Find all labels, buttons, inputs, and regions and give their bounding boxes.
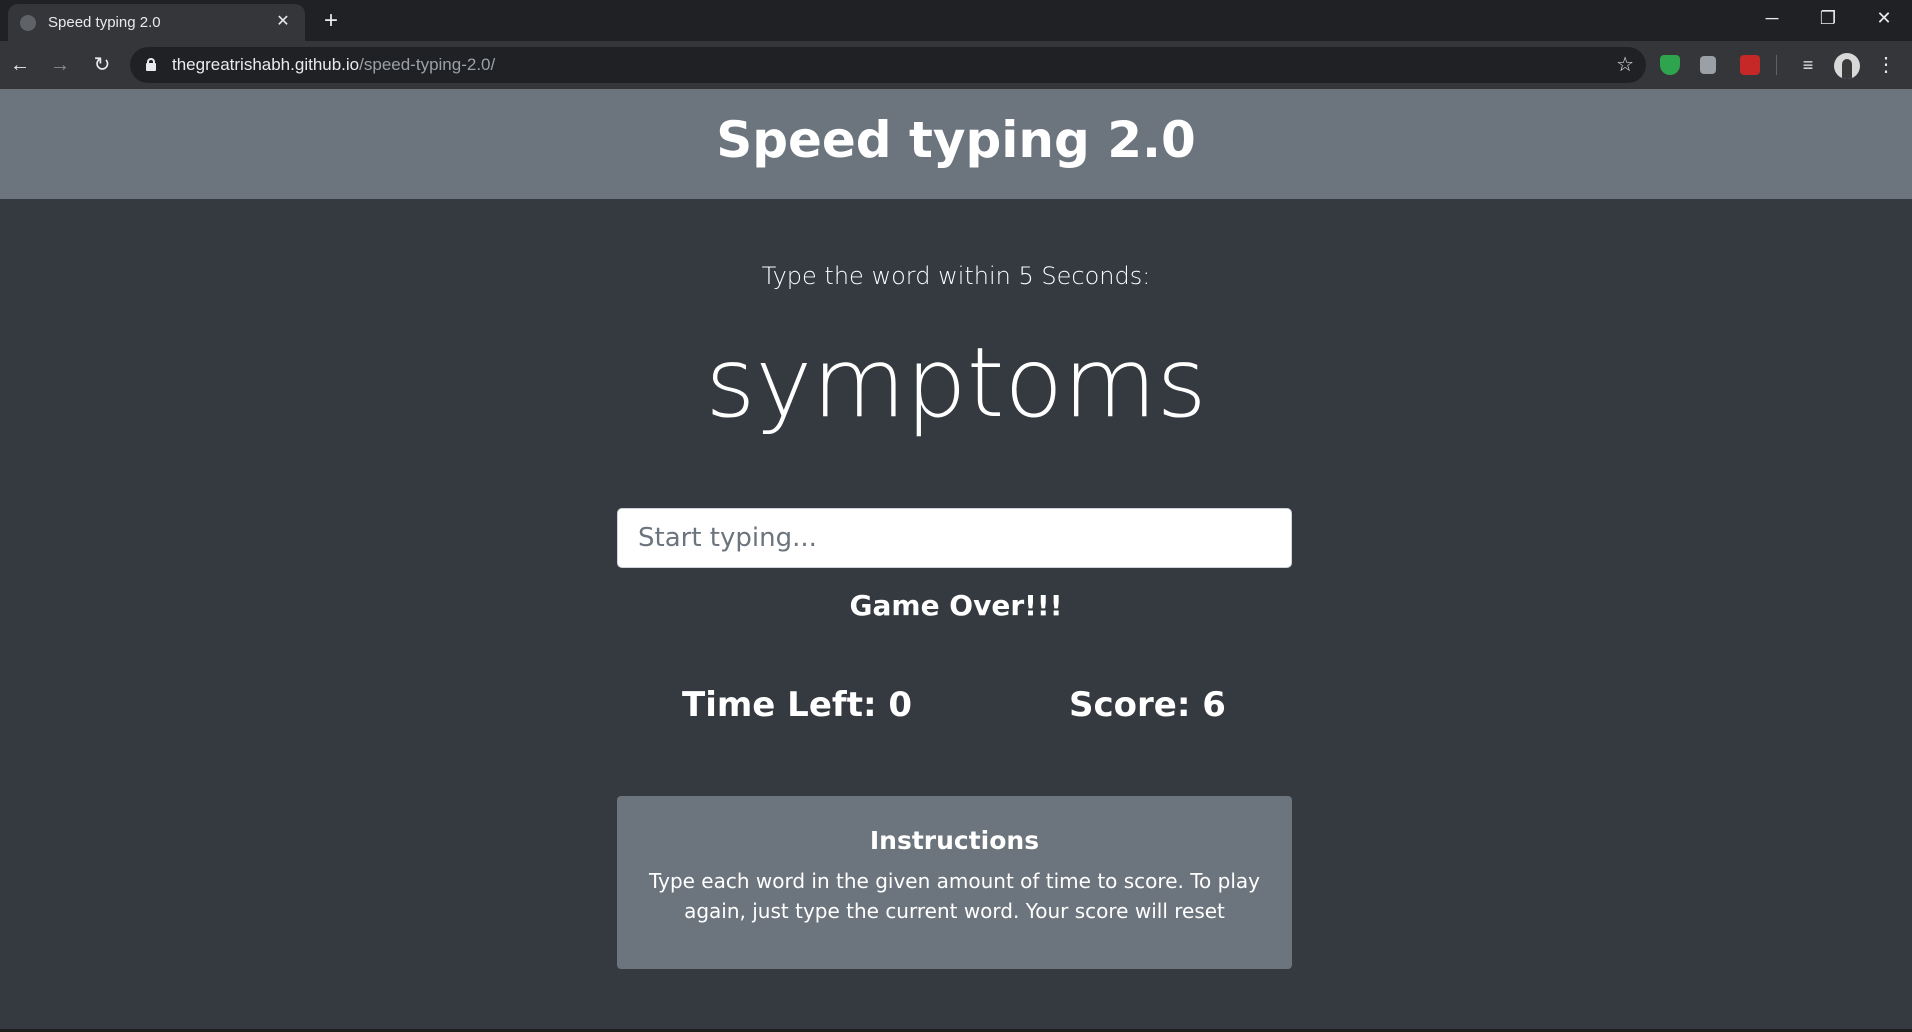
time-left: Time Left: 0 — [682, 685, 913, 725]
browser-tab[interactable]: Speed typing 2.0 ✕ — [8, 4, 305, 41]
tab-title: Speed typing 2.0 — [48, 14, 161, 31]
profile-avatar[interactable] — [1834, 53, 1860, 79]
back-icon[interactable]: ← — [4, 49, 36, 81]
forward-icon[interactable]: → — [44, 49, 76, 81]
restore-icon[interactable]: ❐ — [1800, 0, 1856, 36]
lock-icon — [146, 58, 156, 71]
lead-text: Type the word within 5 Seconds: — [761, 262, 1151, 290]
minimize-icon[interactable]: ─ — [1744, 0, 1800, 36]
game-message: Game Over!!! — [849, 589, 1063, 622]
close-tab-icon[interactable]: ✕ — [271, 10, 295, 34]
url-text: thegreatrishabh.github.io/speed-typing-2… — [172, 55, 495, 75]
browser-tabstrip: Speed typing 2.0 ✕ + ─ ❐ ✕ — [0, 0, 1912, 41]
browser-menu-icon[interactable]: ⋮ — [1874, 49, 1898, 81]
reload-icon[interactable]: ↻ — [86, 49, 118, 81]
url-domain: thegreatrishabh.github.io — [172, 55, 360, 74]
browser-toolbar: ← → ↻ thegreatrishabh.github.io/speed-ty… — [0, 41, 1912, 89]
page-header: Speed typing 2.0 — [0, 89, 1912, 199]
bookmark-star-icon[interactable]: ☆ — [1616, 51, 1634, 79]
word-input[interactable] — [617, 508, 1292, 568]
page-content: Speed typing 2.0 Type the word within 5 … — [0, 89, 1912, 1032]
current-word: symptoms — [705, 327, 1207, 439]
page-title: Speed typing 2.0 — [716, 111, 1196, 169]
instructions-title: Instructions — [869, 826, 1040, 855]
red-extension-icon[interactable] — [1740, 55, 1760, 75]
new-tab-button[interactable]: + — [318, 8, 344, 34]
globe-icon — [20, 15, 36, 31]
shield-extension-icon[interactable] — [1660, 55, 1680, 75]
media-control-icon[interactable]: ≡ — [1794, 49, 1822, 81]
toolbar-divider — [1776, 55, 1777, 75]
window-close-icon[interactable]: ✕ — [1856, 0, 1912, 36]
address-bar[interactable]: thegreatrishabh.github.io/speed-typing-2… — [130, 47, 1646, 83]
copy-extension-icon[interactable] — [1700, 56, 1716, 74]
instructions-card: Instructions Type each word in the given… — [617, 796, 1292, 969]
score: Score: 6 — [1069, 685, 1226, 725]
instructions-body: Type each word in the given amount of ti… — [649, 869, 1260, 923]
url-path: /speed-typing-2.0/ — [359, 55, 496, 74]
